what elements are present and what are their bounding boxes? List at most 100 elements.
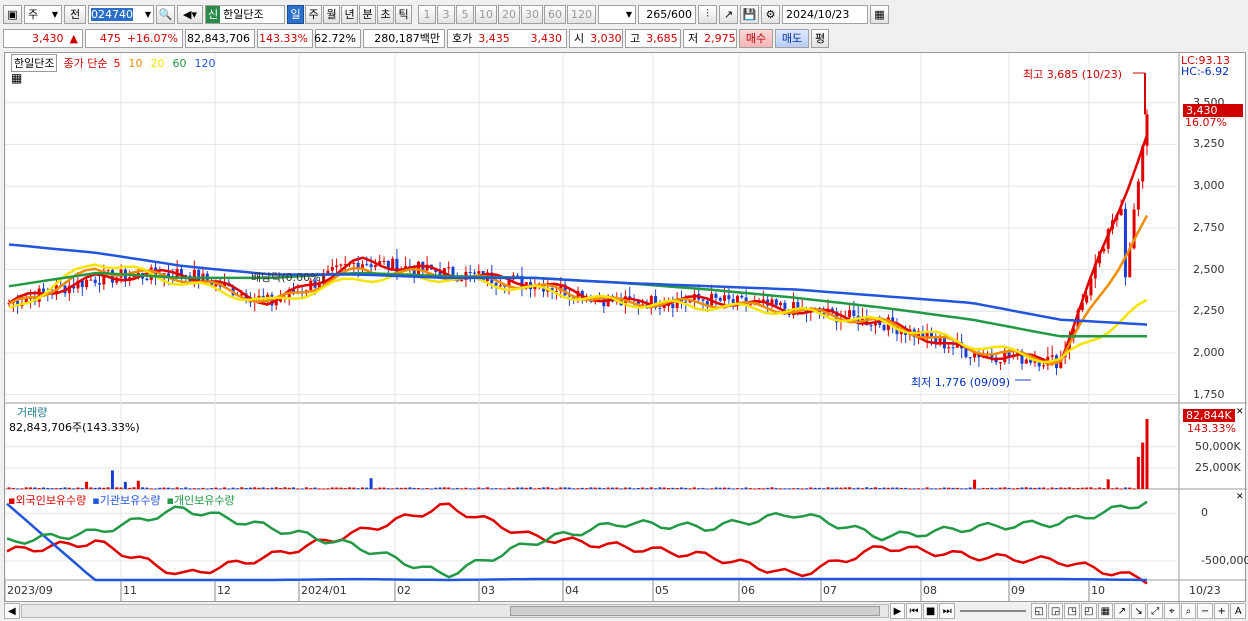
holding-series-label[interactable]: ▪외국인보유수량: [8, 492, 86, 508]
close-icon[interactable]: ✕: [1236, 407, 1244, 417]
magnifier-icon[interactable]: ⌕: [1180, 603, 1197, 619]
period-tab[interactable]: 틱: [395, 4, 412, 24]
volume-bar: [1080, 487, 1084, 489]
volume-bar: [464, 487, 468, 489]
volume-bar: [748, 488, 752, 490]
grid-icon[interactable]: ▦: [1097, 603, 1114, 619]
x-tick-label: 08: [923, 584, 937, 597]
volume-bar: [365, 487, 369, 489]
zoom-in-icon[interactable]: +: [1213, 603, 1230, 619]
volume-bar: [317, 488, 321, 490]
close-icon[interactable]: ✕: [1236, 492, 1244, 502]
volume-bar: [718, 487, 722, 489]
count-field[interactable]: 265/600: [638, 4, 696, 24]
chart-window-icon[interactable]: ▣: [3, 4, 22, 24]
ma-period-label[interactable]: 5: [113, 57, 120, 70]
layout-icon[interactable]: ◲: [1047, 603, 1064, 619]
search-icon[interactable]: 🔍: [156, 4, 175, 24]
date-field[interactable]: 2024/10/23: [782, 4, 868, 24]
speed-slider[interactable]: [960, 610, 1027, 612]
interval-button[interactable]: 1: [418, 4, 436, 24]
chevron-down-icon: ▼: [625, 9, 632, 19]
zoom-out-icon[interactable]: −: [1197, 603, 1213, 619]
volume-bar: [908, 488, 912, 490]
scroll-track[interactable]: [20, 604, 889, 618]
period-tab[interactable]: 주: [305, 4, 322, 24]
x-tick-label: 2023/09: [7, 584, 53, 597]
period-tab[interactable]: 일: [287, 4, 304, 24]
volume-bar: [882, 487, 886, 489]
volume-bar: [391, 488, 395, 490]
candle-type-icon[interactable]: ⫶: [698, 4, 717, 24]
volume-bar: [1098, 487, 1102, 489]
stock-chart[interactable]: 한일단조 종가 단순 5 10 20 60 120 ▦ LC:93.13 HC:-6.9…: [4, 52, 1248, 603]
bid-box: 호가 3,435 3,430: [447, 28, 567, 48]
volume-bar: [378, 487, 382, 489]
scroll-thumb[interactable]: [509, 606, 880, 616]
interval-button[interactable]: 30: [521, 4, 543, 24]
volume-bar: [455, 487, 459, 489]
ma-period-label[interactable]: 60: [172, 57, 186, 70]
scroll-right-icon[interactable]: ▶: [889, 603, 906, 619]
sell-button[interactable]: 매도: [775, 28, 809, 48]
stock-code-input[interactable]: 024740 ▼: [88, 4, 154, 24]
period-tab[interactable]: 분: [359, 4, 376, 24]
period-tab[interactable]: 년: [341, 4, 358, 24]
holding-series-label[interactable]: ▪개인보유수량: [166, 492, 234, 508]
buy-button[interactable]: 매수: [739, 28, 773, 48]
stock-name-field[interactable]: 신 한일단조: [205, 4, 285, 24]
table-view-icon[interactable]: ▦: [11, 71, 22, 85]
volume-bar: [309, 488, 313, 490]
volume-bar: [171, 488, 175, 490]
draw-tool-icon[interactable]: ↘: [1130, 603, 1147, 619]
period-prefix-label: 주: [28, 8, 39, 21]
x-tick-label: 05: [655, 584, 669, 597]
scroll-left-icon[interactable]: ◀: [4, 603, 20, 619]
gear-icon[interactable]: ⚙: [761, 4, 780, 24]
volume-tick-label: 50,000K: [1195, 439, 1241, 453]
forward-icon[interactable]: ⏭: [939, 603, 956, 619]
volume-bar: [774, 488, 778, 490]
interval-button[interactable]: 120: [567, 4, 596, 24]
volume-bar: [994, 488, 998, 490]
ma-period-label[interactable]: 120: [194, 57, 215, 70]
layout-icon[interactable]: ◱: [1031, 603, 1047, 619]
ma-period-label[interactable]: 10: [128, 57, 142, 70]
volume-bar: [54, 488, 58, 490]
volume-bar: [132, 487, 136, 489]
volume-bar: [671, 487, 675, 489]
draw-tool-icon[interactable]: ↗: [1114, 603, 1130, 619]
period-tab[interactable]: 월: [323, 4, 340, 24]
x-tick-label: 07: [823, 584, 837, 597]
stop-icon[interactable]: ■: [922, 603, 939, 619]
draw-tool-icon[interactable]: ⤢: [1147, 603, 1164, 619]
stock-name-legend[interactable]: 한일단조: [11, 54, 58, 72]
draw-tool-icon[interactable]: ⌖: [1164, 603, 1180, 619]
volume-bar: [727, 487, 731, 489]
layout-icon[interactable]: ◰: [1080, 603, 1097, 619]
speaker-icon[interactable]: ◀▾: [177, 4, 203, 24]
rewind-icon[interactable]: ⏮: [906, 603, 922, 619]
holding-series-label[interactable]: ▪기관보유수량: [92, 492, 160, 508]
interval-button[interactable]: 5: [456, 4, 474, 24]
draw-tool-icon[interactable]: ↗: [719, 4, 738, 24]
ma-period-label[interactable]: 20: [150, 57, 164, 70]
volume-bar: [559, 487, 563, 489]
interval-custom-select[interactable]: ▼: [598, 4, 636, 24]
volume-bar: [606, 487, 610, 489]
volume-bar: [804, 488, 808, 490]
calendar-icon[interactable]: ▦: [870, 4, 889, 24]
interval-button[interactable]: 3: [437, 4, 455, 24]
period-tab[interactable]: 초: [377, 4, 394, 24]
interval-button[interactable]: 60: [544, 4, 566, 24]
chart-canvas[interactable]: [5, 53, 1247, 603]
prev-button[interactable]: 전: [64, 4, 86, 24]
period-prefix-select[interactable]: 주 ▼: [24, 4, 62, 24]
layout-icon[interactable]: ◳: [1064, 603, 1080, 619]
font-size-icon[interactable]: A: [1230, 603, 1247, 619]
eval-button[interactable]: 평: [811, 28, 829, 48]
interval-button[interactable]: 20: [498, 4, 520, 24]
save-icon[interactable]: 💾: [740, 4, 759, 24]
candle-body: [106, 270, 110, 272]
interval-button[interactable]: 10: [475, 4, 497, 24]
